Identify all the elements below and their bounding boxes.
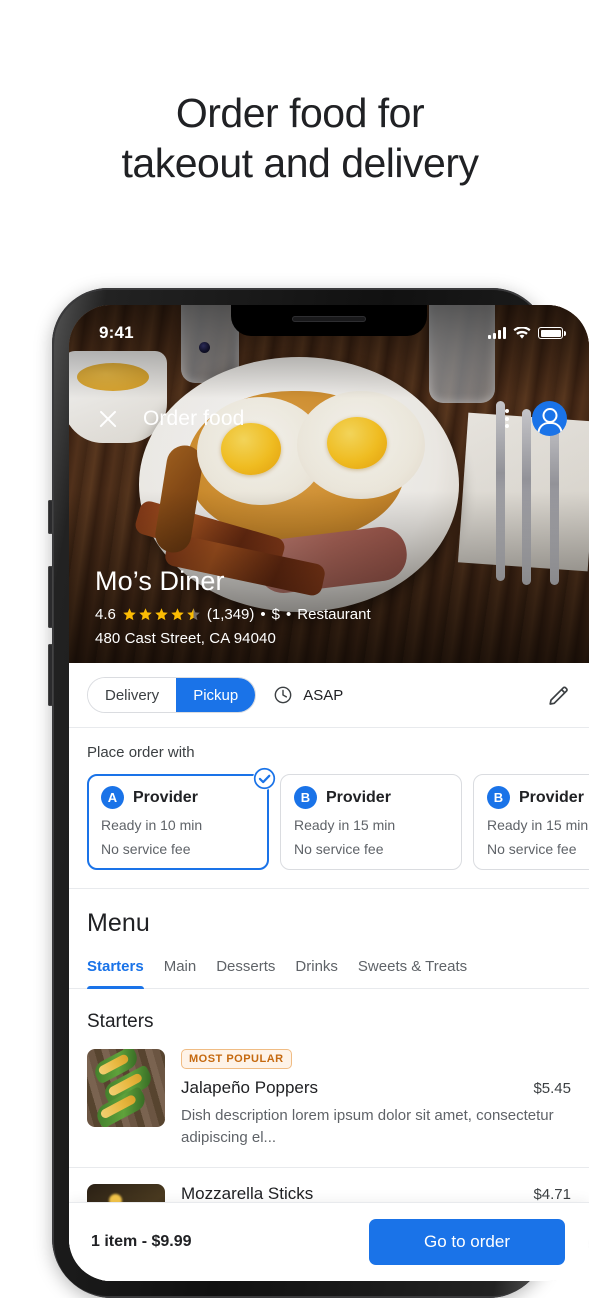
star-icon-1: [122, 607, 137, 622]
meta-separator-2: •: [286, 606, 292, 623]
cart-bottom-bar: 1 item - $9.99 Go to order: [69, 1203, 589, 1281]
mute-switch[interactable]: [48, 500, 53, 534]
provider-badge-1: A: [101, 786, 124, 809]
cart-summary: 1 item - $9.99: [91, 1233, 192, 1250]
menu-item-title-row-1: Jalapeño Poppers $5.45: [181, 1078, 571, 1098]
provider-badge-3: B: [487, 786, 510, 809]
star-icon-2: [138, 607, 153, 622]
provider-header-3: B Provider: [487, 786, 589, 809]
review-count: (1,349): [206, 606, 255, 623]
status-time: 9:41: [99, 323, 134, 342]
more-vert-icon[interactable]: [496, 409, 518, 428]
wifi-icon: [513, 326, 531, 339]
delivery-option[interactable]: Delivery: [88, 678, 177, 712]
restaurant-name: Mo’s Diner: [95, 566, 225, 596]
star-icon-4: [170, 607, 185, 622]
order-content: Delivery Pickup ASAP Place order with A …: [69, 663, 589, 1281]
tab-sweets-treats[interactable]: Sweets & Treats: [358, 958, 487, 988]
app-bar: Order food: [69, 401, 589, 436]
menu-category-title: Starters: [87, 1011, 154, 1032]
battery-icon: [538, 327, 566, 339]
menu-heading: Menu: [87, 909, 150, 937]
app-bar-title: Order food: [143, 406, 245, 430]
provider-section-label: Place order with: [87, 744, 195, 761]
provider-badge-2: B: [294, 786, 317, 809]
star-icon-5-half: [186, 607, 201, 622]
fulfillment-row: Delivery Pickup ASAP: [69, 663, 589, 728]
provider-section: Place order with A Provider Ready in 10 …: [69, 728, 589, 889]
delivery-pickup-toggle[interactable]: Delivery Pickup: [87, 677, 257, 713]
rating-value: 4.6: [95, 606, 116, 623]
page-title: Order food for takeout and delivery: [0, 88, 600, 188]
close-icon[interactable]: [95, 406, 121, 432]
earpiece-speaker: [292, 316, 366, 322]
menu-item-price-1: $5.45: [533, 1080, 571, 1097]
menu-item-name-1: Jalapeño Poppers: [181, 1078, 319, 1097]
provider-card-1[interactable]: A Provider Ready in 10 min No service fe…: [87, 767, 276, 870]
pencil-edit-icon[interactable]: [547, 683, 571, 707]
meta-separator-1: •: [260, 606, 266, 623]
provider-fee-2: No service fee: [294, 841, 384, 857]
order-time-label[interactable]: ASAP: [303, 687, 343, 704]
restaurant-hero-image: 9:41 Order food Mo’s Diner 4.6 (1,349) •…: [69, 305, 589, 663]
most-popular-badge: MOST POPULAR: [181, 1049, 292, 1069]
provider-header-1: A Provider: [101, 786, 255, 809]
provider-card-list[interactable]: A Provider Ready in 10 min No service fe…: [87, 767, 589, 870]
provider-ready-1: Ready in 10 min: [101, 817, 203, 833]
selected-check-icon: [253, 767, 276, 790]
menu-item-jalapeno-poppers[interactable]: MOST POPULAR Jalapeño Poppers $5.45 Dish…: [69, 1033, 589, 1168]
provider-name-1: Provider: [133, 788, 198, 806]
provider-ready-3: Ready in 15 min: [487, 817, 589, 833]
tab-starters[interactable]: Starters: [87, 958, 164, 989]
tab-desserts[interactable]: Desserts: [216, 958, 295, 988]
go-to-order-button[interactable]: Go to order: [369, 1219, 565, 1265]
tab-drinks[interactable]: Drinks: [295, 958, 358, 988]
headline-line-1: Order food for: [175, 90, 425, 136]
provider-fee-1: No service fee: [101, 841, 191, 857]
price-level: $: [271, 606, 280, 623]
tab-main[interactable]: Main: [164, 958, 217, 988]
clock-icon: [273, 685, 293, 705]
status-icons: [488, 326, 566, 340]
provider-name-2: Provider: [326, 788, 391, 806]
cellular-signal-icon: [488, 327, 506, 339]
front-camera-icon: [199, 342, 210, 353]
volume-up-button[interactable]: [48, 566, 53, 628]
star-icon-3: [154, 607, 169, 622]
volume-down-button[interactable]: [48, 644, 53, 706]
provider-fee-3: No service fee: [487, 841, 577, 857]
rating-stars: [122, 607, 201, 622]
provider-card-2[interactable]: B Provider Ready in 15 min No service fe…: [280, 774, 462, 870]
provider-name-3: Provider: [519, 788, 584, 806]
provider-ready-2: Ready in 15 min: [294, 817, 396, 833]
restaurant-category: Restaurant: [297, 606, 371, 623]
menu-item-name-2: Mozzarella Sticks: [181, 1184, 314, 1203]
device-notch: [231, 305, 427, 336]
menu-item-price-2: $4.71: [533, 1186, 571, 1203]
menu-item-details-1: MOST POPULAR Jalapeño Poppers $5.45 Dish…: [181, 1049, 571, 1149]
restaurant-info: Mo’s Diner 4.6 (1,349) • $ • Restaurant: [95, 566, 371, 647]
account-avatar-icon[interactable]: [532, 401, 567, 436]
pickup-option[interactable]: Pickup: [176, 678, 256, 712]
restaurant-meta: 4.6 (1,349) • $ • Restaurant: [95, 606, 371, 623]
restaurant-address: 480 Cast Street, CA 94040: [95, 630, 276, 647]
provider-header-2: B Provider: [294, 786, 448, 809]
jalapeno-poppers-thumbnail: [87, 1049, 165, 1127]
headline-line-2: takeout and delivery: [121, 140, 479, 186]
phone-screen: 9:41 Order food Mo’s Diner 4.6 (1,349) •…: [69, 305, 589, 1281]
provider-card-3[interactable]: B Provider Ready in 15 min No service fe…: [473, 774, 589, 870]
menu-item-description-1: Dish description lorem ipsum dolor sit a…: [181, 1107, 554, 1146]
phone-device-frame: 9:41 Order food Mo’s Diner 4.6 (1,349) •…: [48, 288, 589, 1298]
menu-category-tabs[interactable]: Starters Main Desserts Drinks Sweets & T…: [69, 958, 589, 989]
menu-item-title-row-2: Mozzarella Sticks $4.71: [181, 1184, 571, 1204]
